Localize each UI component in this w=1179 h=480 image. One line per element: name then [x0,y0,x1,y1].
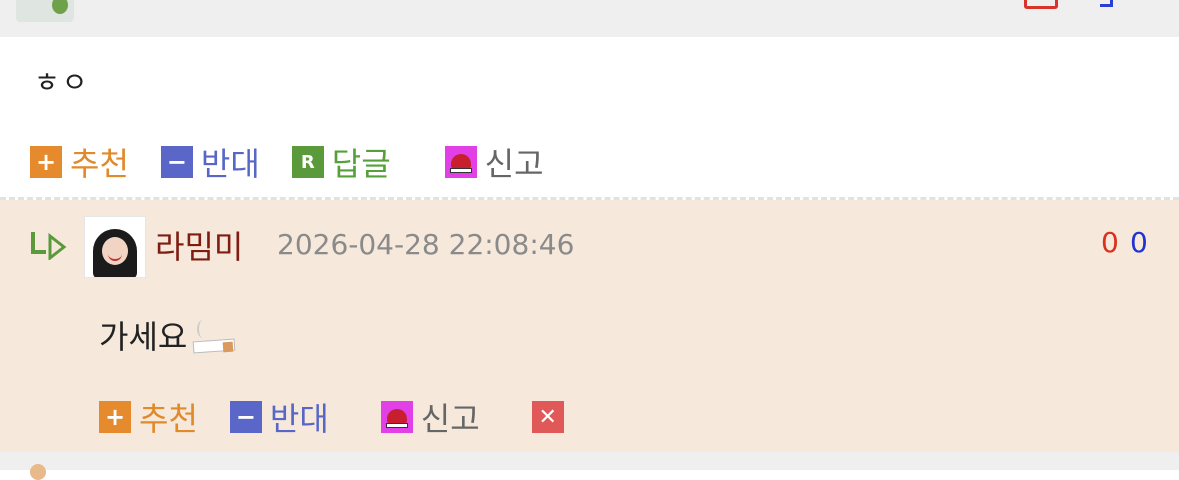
delete-button[interactable]: ✕ [531,401,572,433]
reply-label: 답글 [331,145,391,183]
recommend-button[interactable]: + 추천 [99,394,198,440]
downvote-count: 0 [1130,226,1148,259]
timestamp: 2026-04-28 22:08:46 [277,228,575,261]
comment-actions: + 추천 − 반대 R 답글 신고 [30,139,576,185]
report-label: 신고 [420,400,480,438]
reply-arrow-icon [31,232,67,260]
oppose-button[interactable]: − 반대 [229,394,329,440]
recommend-button[interactable]: + 추천 [30,139,129,185]
report-button[interactable]: 신고 [380,394,480,440]
reply-text-content: 가세요 [99,318,188,356]
report-button[interactable]: 신고 [444,139,544,185]
comment-body-section: ㅎㅇ + 추천 − 반대 R 답글 신고 [0,37,1179,199]
minus-icon: − [160,146,193,178]
next-comment-header [0,452,1179,480]
vote-icon [1100,0,1113,7]
plus-icon: + [99,401,131,433]
vote-icon [1024,0,1058,9]
alarm-icon [380,401,413,433]
reply-icon: R [291,146,324,178]
upvote-count: 0 [1101,226,1119,259]
recommend-label: 추천 [139,400,198,438]
oppose-label: 반대 [269,400,329,438]
cigarette-icon [189,318,236,358]
plus-icon: + [30,146,62,178]
comment-text: ㅎㅇ [34,66,90,99]
author-name[interactable]: 라밈미 [155,222,243,268]
reply-actions: + 추천 − 반대 신고 ✕ [99,394,604,440]
report-label: 신고 [484,145,544,183]
avatar [16,0,74,22]
oppose-label: 반대 [200,145,260,183]
avatar [30,464,46,480]
reply-comment: 라밈미 2026-04-28 22:08:46 0 0 가세요 + 추천 − 반… [0,200,1179,452]
reply-button[interactable]: R 답글 [291,139,391,185]
close-icon: ✕ [531,401,564,433]
reply-text: 가세요 [99,312,236,358]
alarm-icon [444,146,477,178]
avatar[interactable] [84,216,146,278]
minus-icon: − [229,401,262,433]
oppose-button[interactable]: − 반대 [160,139,260,185]
recommend-label: 추천 [70,145,129,183]
previous-comment-header [0,0,1179,37]
